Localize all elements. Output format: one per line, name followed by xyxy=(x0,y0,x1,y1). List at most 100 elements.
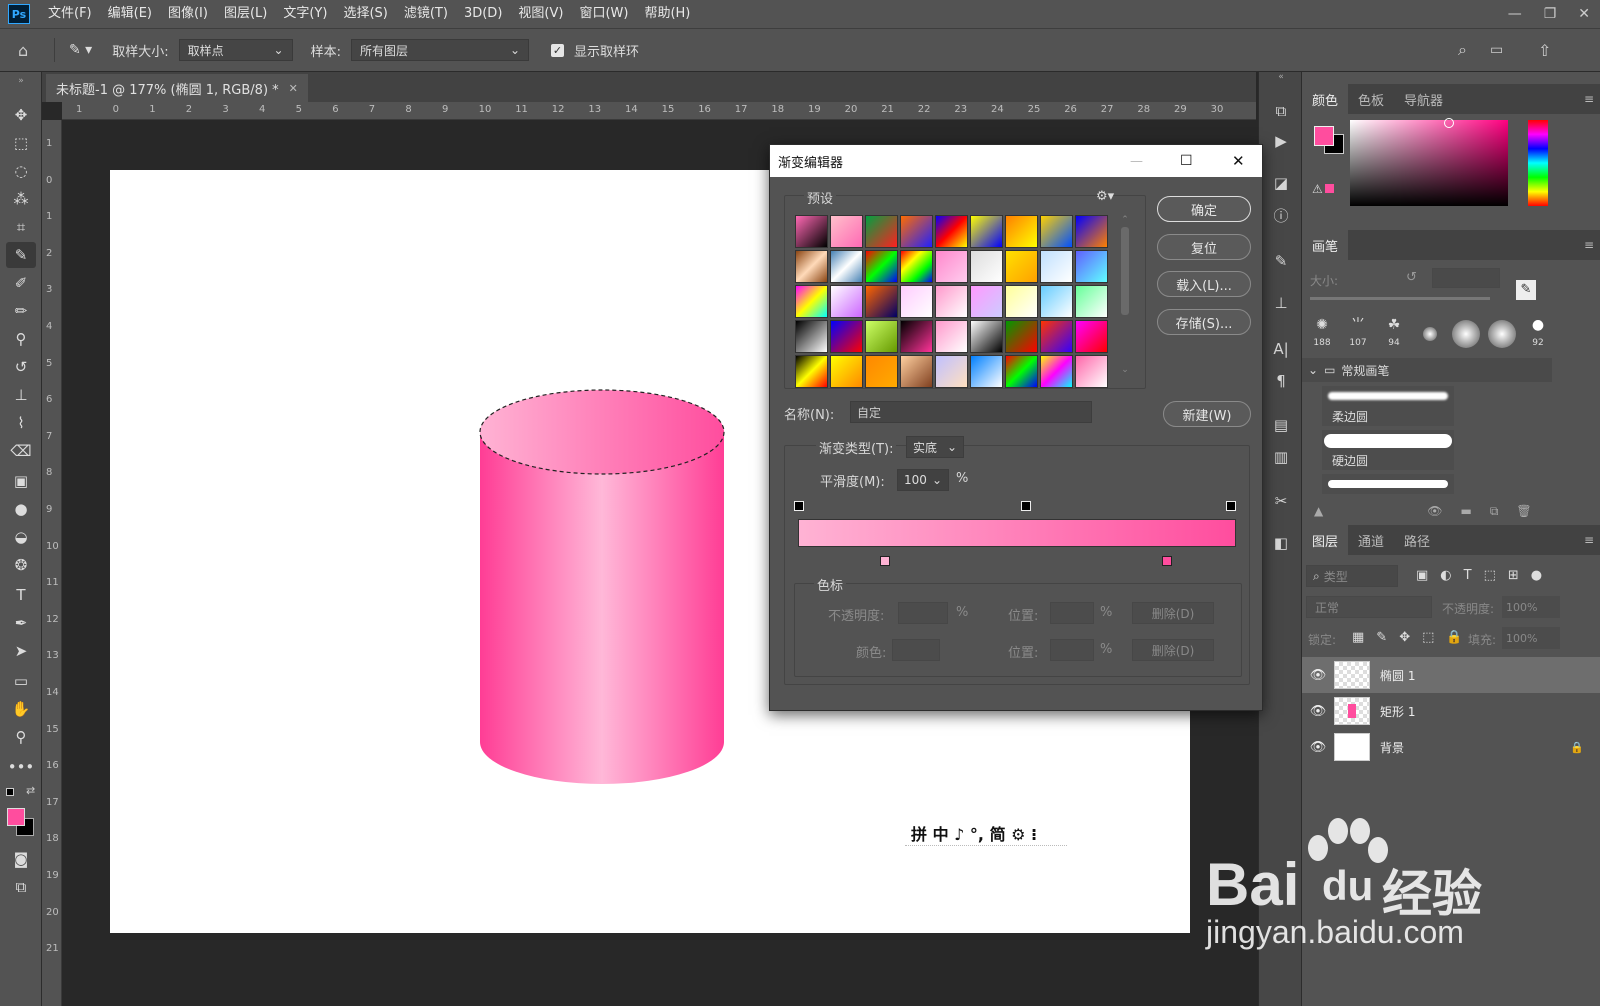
gradient-preset-swatch[interactable] xyxy=(830,355,863,388)
gradient-preset-swatch[interactable] xyxy=(1040,250,1073,283)
ime-toolbar[interactable]: 拼 中 ♪ °, 简 ⚙ ⁝ xyxy=(905,820,1067,846)
lock-transparency-icon[interactable]: ▦ xyxy=(1352,630,1364,645)
marquee-tool-icon[interactable]: ⬚ xyxy=(6,130,36,156)
gradient-preset-swatch[interactable] xyxy=(795,285,828,318)
reset-button[interactable]: 复位 xyxy=(1157,234,1251,260)
tab-brushes[interactable]: 画笔 xyxy=(1302,230,1349,260)
brush-preset[interactable]: ● 92 xyxy=(1522,316,1554,352)
gradient-tool-icon[interactable]: ▣ xyxy=(6,468,36,494)
show-ring-checkbox[interactable]: ✓ xyxy=(551,43,564,57)
actions-play-icon[interactable]: ▶ xyxy=(1267,128,1295,154)
opacity-stop-right[interactable] xyxy=(1226,501,1236,511)
home-icon[interactable]: ⌂ xyxy=(18,41,40,60)
tab-layers[interactable]: 图层 xyxy=(1302,525,1349,555)
sponge-tool-icon[interactable]: ❂ xyxy=(6,552,36,578)
menu-select[interactable]: 选择(S) xyxy=(335,0,395,28)
panel-menu-icon[interactable]: ≡ xyxy=(1584,238,1594,252)
gradient-preset-swatch[interactable] xyxy=(865,285,898,318)
gradient-preset-swatch[interactable] xyxy=(935,215,968,248)
smart-filter-icon[interactable]: ⊞ xyxy=(1508,568,1519,583)
new-brush-icon[interactable]: ✎ xyxy=(1516,280,1536,300)
gradient-preset-swatch[interactable] xyxy=(1040,285,1073,318)
brush-item[interactable] xyxy=(1322,474,1454,494)
zoom-tool-icon[interactable]: ⚲ xyxy=(6,724,36,750)
brush-preset[interactable] xyxy=(1450,316,1482,352)
reset-icon[interactable]: ↺ xyxy=(1406,270,1417,285)
tab-navigator[interactable]: 导航器 xyxy=(1394,84,1453,114)
adjustments-icon[interactable]: ◪ xyxy=(1267,170,1295,196)
gradient-preset-swatch[interactable] xyxy=(795,320,828,353)
gradient-preset-swatch[interactable] xyxy=(900,285,933,318)
menu-window[interactable]: 窗口(W) xyxy=(571,0,636,28)
opacity-stop-mid[interactable] xyxy=(1021,501,1031,511)
gradient-preset-swatch[interactable] xyxy=(830,250,863,283)
delete-icon[interactable]: 🗑 xyxy=(1516,504,1531,518)
dodge-tool-icon[interactable]: ◒ xyxy=(6,524,36,550)
gradient-type-select[interactable]: 实底 ⌄ xyxy=(906,436,964,458)
brush-tool-icon[interactable]: ✏ xyxy=(6,298,36,324)
properties-icon[interactable]: ▤ xyxy=(1267,412,1295,438)
move-tool-icon[interactable]: ✥ xyxy=(6,102,36,128)
gradient-preset-swatch[interactable] xyxy=(1005,215,1038,248)
dialog-titlebar[interactable]: 渐变编辑器 — ☐ ✕ xyxy=(770,145,1262,177)
menu-image[interactable]: 图像(I) xyxy=(160,0,216,28)
gradient-preview-bar[interactable] xyxy=(798,519,1236,547)
layer-row-background[interactable]: 👁 背景 🔒 xyxy=(1302,729,1600,765)
opacity-stop-left[interactable] xyxy=(794,501,804,511)
presets-gear-icon[interactable]: ⚙▾ xyxy=(1096,189,1114,204)
opacity-field[interactable]: 100% xyxy=(1502,596,1560,618)
gradient-preset-swatch[interactable] xyxy=(795,355,828,388)
quick-select-tool-icon[interactable]: ⁂ xyxy=(6,186,36,212)
character-icon[interactable]: A| xyxy=(1267,336,1295,362)
brush-group-row[interactable]: ⌄ ▭ 常规画笔 xyxy=(1302,358,1552,382)
gradient-preset-swatch[interactable] xyxy=(970,215,1003,248)
gradient-preset-swatch[interactable] xyxy=(1075,285,1108,318)
minimize-icon[interactable]: — xyxy=(1508,6,1522,22)
blur-tool-icon[interactable]: ● xyxy=(6,496,36,522)
brush-preset[interactable]: ⺌ 107 xyxy=(1342,316,1374,352)
scroll-thumb[interactable] xyxy=(1121,227,1129,315)
gradient-preset-swatch[interactable] xyxy=(935,250,968,283)
eye-icon[interactable]: 👁 xyxy=(1302,740,1334,755)
gradient-preset-swatch[interactable] xyxy=(970,250,1003,283)
gradient-preset-swatch[interactable] xyxy=(970,355,1003,388)
search-icon[interactable]: ⌕ xyxy=(1458,40,1467,60)
screen-mode-icon[interactable]: ⧉ xyxy=(6,874,36,900)
gradient-preset-swatch[interactable] xyxy=(865,355,898,388)
gradient-preset-swatch[interactable] xyxy=(970,320,1003,353)
load-button[interactable]: 载入(L)... xyxy=(1157,271,1251,297)
brush-settings-icon[interactable]: ✎ xyxy=(1267,248,1295,274)
fill-field[interactable]: 100% xyxy=(1502,627,1560,649)
stop-opacity-field[interactable] xyxy=(898,602,948,624)
color-picker-field[interactable] xyxy=(1350,120,1508,206)
hand-tool-icon[interactable]: ✋ xyxy=(6,696,36,722)
name-field[interactable]: 自定 xyxy=(850,401,1092,423)
sample-size-select[interactable]: 取样点 ⌄ xyxy=(178,39,293,61)
healing-brush-tool-icon[interactable]: ✐ xyxy=(6,270,36,296)
close-icon[interactable]: ✕ xyxy=(1232,152,1245,170)
stamp-tool-icon[interactable]: ⊥ xyxy=(6,382,36,408)
menu-filter[interactable]: 滤镜(T) xyxy=(396,0,456,28)
gradient-preset-swatch[interactable] xyxy=(1005,250,1038,283)
menu-type[interactable]: 文字(Y) xyxy=(275,0,335,28)
visibility-icon[interactable]: 👁 xyxy=(1427,504,1442,518)
gradient-preset-swatch[interactable] xyxy=(830,285,863,318)
scroll-down-icon[interactable]: ⌄ xyxy=(1118,365,1132,375)
delete-opacity-stop-button[interactable]: 删除(D) xyxy=(1132,602,1214,624)
brush-preset[interactable]: ✺ 188 xyxy=(1306,316,1338,352)
gradient-preset-swatch[interactable] xyxy=(900,320,933,353)
gradient-preset-swatch[interactable] xyxy=(900,215,933,248)
color-stop-left[interactable] xyxy=(880,556,890,566)
menu-layer[interactable]: 图层(L) xyxy=(216,0,275,28)
ok-button[interactable]: 确定 xyxy=(1157,196,1251,222)
gradient-preset-swatch[interactable] xyxy=(1005,285,1038,318)
menu-edit[interactable]: 编辑(E) xyxy=(100,0,160,28)
crop-tool-icon[interactable]: ⌗ xyxy=(6,214,36,240)
layer-filter[interactable]: ⌕ 类型 xyxy=(1306,565,1398,587)
eyedropper-tool-icon[interactable]: ✎ xyxy=(6,242,36,268)
lock-all-icon[interactable]: 🔒 xyxy=(1446,630,1462,645)
lock-pixels-icon[interactable]: ✎ xyxy=(1376,630,1387,645)
gradient-preset-swatch[interactable] xyxy=(865,320,898,353)
menu-3d[interactable]: 3D(D) xyxy=(456,0,510,28)
restore-icon[interactable]: ❐ xyxy=(1544,6,1557,22)
